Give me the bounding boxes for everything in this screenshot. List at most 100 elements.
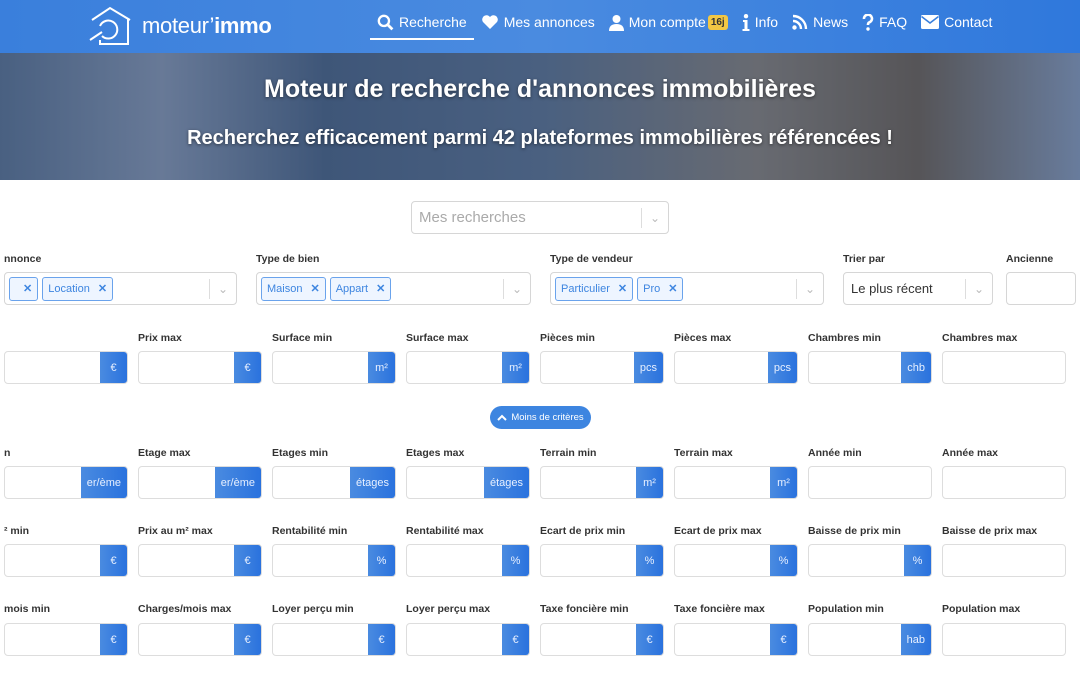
numeric-filter-input[interactable]: m² — [272, 351, 396, 384]
numeric-filter-input[interactable]: % — [808, 544, 932, 577]
chip-label: Maison — [267, 282, 303, 295]
filter-input[interactable] — [809, 624, 901, 655]
numeric-filter-input[interactable]: € — [4, 623, 128, 656]
filter-input[interactable] — [809, 545, 904, 576]
numeric-filter-input[interactable]: er/ème — [4, 466, 128, 499]
chip-label: Particulier — [561, 282, 610, 295]
filter-input[interactable] — [5, 624, 100, 655]
remove-chip-icon[interactable]: ✕ — [376, 282, 385, 295]
chip-label: Appart — [335, 282, 369, 295]
nav-item-news[interactable]: News — [785, 0, 855, 44]
numeric-filter-input[interactable]: pcs — [540, 351, 664, 384]
filter-input[interactable] — [139, 624, 234, 655]
numeric-filter-input[interactable]: € — [138, 623, 262, 656]
numeric-filter-input[interactable]: € — [4, 544, 128, 577]
remove-chip-icon[interactable]: ✕ — [618, 282, 627, 295]
filter-input[interactable] — [407, 467, 484, 498]
chip-list: Maison ✕ Appart ✕ — [257, 276, 503, 301]
filter-input[interactable] — [5, 467, 81, 498]
filter-input[interactable] — [273, 545, 368, 576]
field-label: ² min — [4, 525, 30, 537]
numeric-filter-input[interactable] — [942, 351, 1066, 384]
filter-input[interactable] — [5, 545, 100, 576]
numeric-filter-input[interactable]: er/ème — [138, 466, 262, 499]
chevron-down-icon[interactable]: ⌄ — [966, 282, 992, 296]
filter-input[interactable] — [273, 352, 368, 383]
chevron-down-icon[interactable]: ⌄ — [797, 282, 823, 296]
filter-input[interactable] — [541, 624, 636, 655]
numeric-filter-input[interactable] — [808, 466, 932, 499]
filter-input[interactable] — [809, 352, 902, 383]
filter-input[interactable] — [273, 467, 350, 498]
remove-chip-icon[interactable]: ✕ — [668, 282, 677, 295]
filter-input[interactable] — [675, 624, 770, 655]
filter-input[interactable] — [675, 352, 768, 383]
numeric-filter-input[interactable]: % — [272, 544, 396, 577]
filter-input[interactable] — [407, 352, 502, 383]
filter-input[interactable] — [541, 352, 634, 383]
remove-chip-icon[interactable]: ✕ — [98, 282, 107, 295]
filter-select[interactable]: Maison ✕ Appart ✕ ⌄ — [256, 272, 531, 305]
chip-list: ✕ Location ✕ — [5, 276, 209, 301]
nav-item-mes-annonces[interactable]: Mes annonces — [474, 0, 602, 44]
filter-select[interactable]: Particulier ✕ Pro ✕ ⌄ — [550, 272, 824, 305]
chevron-down-icon[interactable]: ⌄ — [504, 282, 530, 296]
chevron-down-icon[interactable]: ⌄ — [210, 282, 236, 296]
filter-input[interactable] — [943, 467, 1065, 498]
unit-addon: étages — [483, 467, 529, 498]
numeric-filter-input[interactable]: € — [406, 623, 530, 656]
filter-input[interactable] — [943, 545, 1065, 576]
filter-input[interactable] — [675, 545, 770, 576]
filter-select[interactable] — [1006, 272, 1076, 305]
filter-input[interactable] — [943, 352, 1065, 383]
nav-item-mon-compte[interactable]: Mon compte 16j — [602, 0, 735, 44]
filter-input[interactable] — [139, 467, 215, 498]
numeric-filter-input[interactable] — [942, 466, 1066, 499]
filter-input[interactable] — [675, 467, 770, 498]
numeric-filter-input[interactable]: % — [674, 544, 798, 577]
filter-select[interactable]: ✕ Location ✕ ⌄ — [4, 272, 237, 305]
saved-searches-select[interactable]: Mes recherches ⌄ — [411, 201, 669, 234]
filter-input[interactable] — [809, 467, 931, 498]
filter-input[interactable] — [943, 624, 1065, 655]
numeric-filter-input[interactable]: € — [138, 544, 262, 577]
filter-input[interactable] — [541, 545, 636, 576]
nav-item-faq[interactable]: FAQ — [855, 0, 914, 44]
numeric-filter-input[interactable]: € — [4, 351, 128, 384]
numeric-filter-input[interactable]: € — [272, 623, 396, 656]
numeric-filter-input[interactable]: m² — [406, 351, 530, 384]
filter-input[interactable] — [407, 545, 502, 576]
numeric-filter-input[interactable]: € — [540, 623, 664, 656]
numeric-filter-input[interactable]: % — [406, 544, 530, 577]
numeric-filter-input[interactable]: m² — [540, 466, 664, 499]
numeric-filter-input[interactable]: € — [138, 351, 262, 384]
selected-chip: Location ✕ — [42, 276, 114, 301]
numeric-filter-input[interactable]: hab — [808, 623, 932, 656]
filter-input[interactable] — [407, 624, 502, 655]
filter-input[interactable] — [139, 352, 234, 383]
numeric-filter-input[interactable]: étages — [406, 466, 530, 499]
numeric-filter-input[interactable]: chb — [808, 351, 932, 384]
filter-input[interactable] — [139, 545, 234, 576]
logo[interactable]: moteur’immo — [88, 6, 272, 46]
nav-item-info[interactable]: Info — [735, 0, 785, 44]
numeric-filter-input[interactable] — [942, 623, 1066, 656]
unit-addon: % — [368, 545, 395, 576]
numeric-filter-input[interactable]: € — [674, 623, 798, 656]
filter-input[interactable] — [5, 352, 100, 383]
filter-select[interactable]: Le plus récent ⌄ — [843, 272, 993, 305]
filter-input[interactable] — [273, 624, 368, 655]
remove-chip-icon[interactable]: ✕ — [310, 282, 319, 295]
numeric-filter-input[interactable]: % — [540, 544, 664, 577]
unit-addon: pcs — [767, 352, 797, 383]
nav-item-recherche[interactable]: Recherche — [370, 0, 474, 44]
filter-input[interactable] — [541, 467, 636, 498]
numeric-filter-input[interactable]: étages — [272, 466, 396, 499]
numeric-filter-input[interactable]: m² — [674, 466, 798, 499]
chevron-down-icon[interactable]: ⌄ — [642, 211, 668, 225]
numeric-filter-input[interactable]: pcs — [674, 351, 798, 384]
nav-item-contact[interactable]: Contact — [914, 0, 999, 44]
remove-chip-icon[interactable]: ✕ — [23, 282, 32, 295]
numeric-filter-input[interactable] — [942, 544, 1066, 577]
less-criteria-button[interactable]: Moins de critères — [490, 406, 591, 429]
